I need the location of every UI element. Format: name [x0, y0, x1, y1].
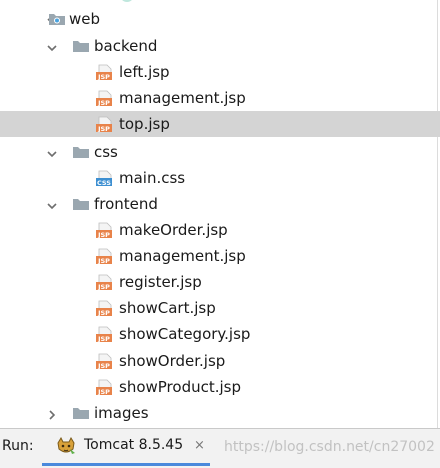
- file-type-badge: CSS: [97, 179, 111, 186]
- chevron-down-icon[interactable]: [46, 40, 58, 52]
- tree-row[interactable]: frontend: [0, 191, 440, 217]
- css-file-icon: CSS: [96, 170, 114, 187]
- tree-row-label: register.jsp: [119, 273, 202, 291]
- file-type-badge: JSP: [97, 362, 110, 369]
- tree-row[interactable]: JSP top.jsp: [0, 111, 440, 137]
- jsp-file-icon: JSP: [96, 353, 114, 370]
- run-tab-label: Tomcat 8.5.45: [84, 437, 184, 453]
- tree-row[interactable]: web: [0, 6, 440, 32]
- web-module-folder-icon: [48, 11, 66, 27]
- jsp-file-icon: JSP: [96, 379, 114, 396]
- tree-row[interactable]: JSP showCategory.jsp: [0, 321, 440, 347]
- jsp-file-icon: JSP: [96, 90, 114, 107]
- tree-row-label: showProduct.jsp: [119, 378, 241, 396]
- tree-row-label: main.css: [119, 169, 186, 187]
- folder-icon: [72, 405, 90, 421]
- folder-icon: [72, 196, 90, 212]
- jsp-file-icon: JSP: [96, 274, 114, 291]
- jsp-file-icon: JSP: [96, 116, 114, 133]
- tree-row-label: showCart.jsp: [119, 299, 216, 317]
- folder-icon: [72, 144, 90, 160]
- folder-icon: [72, 38, 90, 54]
- jsp-file-icon: JSP: [96, 222, 114, 239]
- tree-row-label: showOrder.jsp: [119, 352, 226, 370]
- tree-row-label: left.jsp: [119, 63, 170, 81]
- tree-row[interactable]: css: [0, 139, 440, 165]
- tree-row[interactable]: JSP left.jsp: [0, 59, 440, 85]
- tree-row-label: showCategory.jsp: [119, 325, 251, 343]
- file-type-badge: JSP: [97, 125, 110, 132]
- jsp-file-icon: JSP: [96, 300, 114, 317]
- file-type-badge: JSP: [97, 283, 110, 290]
- tree-row-label: management.jsp: [119, 247, 246, 265]
- file-type-badge: JSP: [97, 231, 110, 238]
- tree-row-label: backend: [94, 37, 158, 55]
- tree-row[interactable]: images: [0, 400, 440, 426]
- tree-row[interactable]: JSP makeOrder.jsp: [0, 217, 440, 243]
- tree-row-label: frontend: [94, 195, 158, 213]
- tree-row-label: makeOrder.jsp: [119, 221, 228, 239]
- run-tab-tomcat[interactable]: Tomcat 8.5.45 ×: [42, 429, 210, 466]
- file-type-badge: JSP: [97, 388, 110, 395]
- tree-row[interactable]: JSP register.jsp: [0, 269, 440, 295]
- tree-row-label: management.jsp: [119, 89, 246, 107]
- run-tool-window-bar: Run: Tomcat 8.5.45 × https://blog.csdn.n…: [0, 428, 440, 468]
- chevron-down-icon[interactable]: [46, 146, 58, 158]
- jsp-file-icon: JSP: [96, 248, 114, 265]
- tree-row[interactable]: JSP management.jsp: [0, 243, 440, 269]
- tree-row-label: top.jsp: [119, 115, 170, 133]
- tree-row-label: web: [69, 10, 101, 28]
- close-icon[interactable]: ×: [194, 438, 205, 453]
- tree-row[interactable]: JSP showCart.jsp: [0, 295, 440, 321]
- tree-row-label: css: [94, 143, 118, 161]
- file-type-badge: JSP: [97, 257, 110, 264]
- tree-row-label: images: [94, 404, 149, 422]
- tomcat-icon: [56, 436, 76, 455]
- file-type-badge: JSP: [97, 99, 110, 106]
- jsp-file-icon: JSP: [96, 326, 114, 343]
- file-type-badge: JSP: [97, 309, 110, 316]
- project-tree: web backend JSP left.jsp JSP management.jsp JS…: [0, 0, 440, 428]
- chevron-right-icon[interactable]: [46, 407, 58, 420]
- tree-row[interactable]: JSP showOrder.jsp: [0, 348, 440, 374]
- jsp-file-icon: JSP: [96, 64, 114, 81]
- chevron-down-icon[interactable]: [46, 198, 58, 210]
- watermark: https://blog.csdn.net/cn27002: [224, 439, 435, 455]
- tree-row[interactable]: JSP showProduct.jsp: [0, 374, 440, 400]
- run-label: Run:: [2, 438, 34, 454]
- top-accent: [120, 0, 134, 2]
- file-type-badge: JSP: [97, 73, 110, 80]
- tree-row[interactable]: CSS main.css: [0, 165, 440, 191]
- tree-row[interactable]: backend: [0, 33, 440, 59]
- tree-row[interactable]: JSP management.jsp: [0, 85, 440, 111]
- file-type-badge: JSP: [97, 335, 110, 342]
